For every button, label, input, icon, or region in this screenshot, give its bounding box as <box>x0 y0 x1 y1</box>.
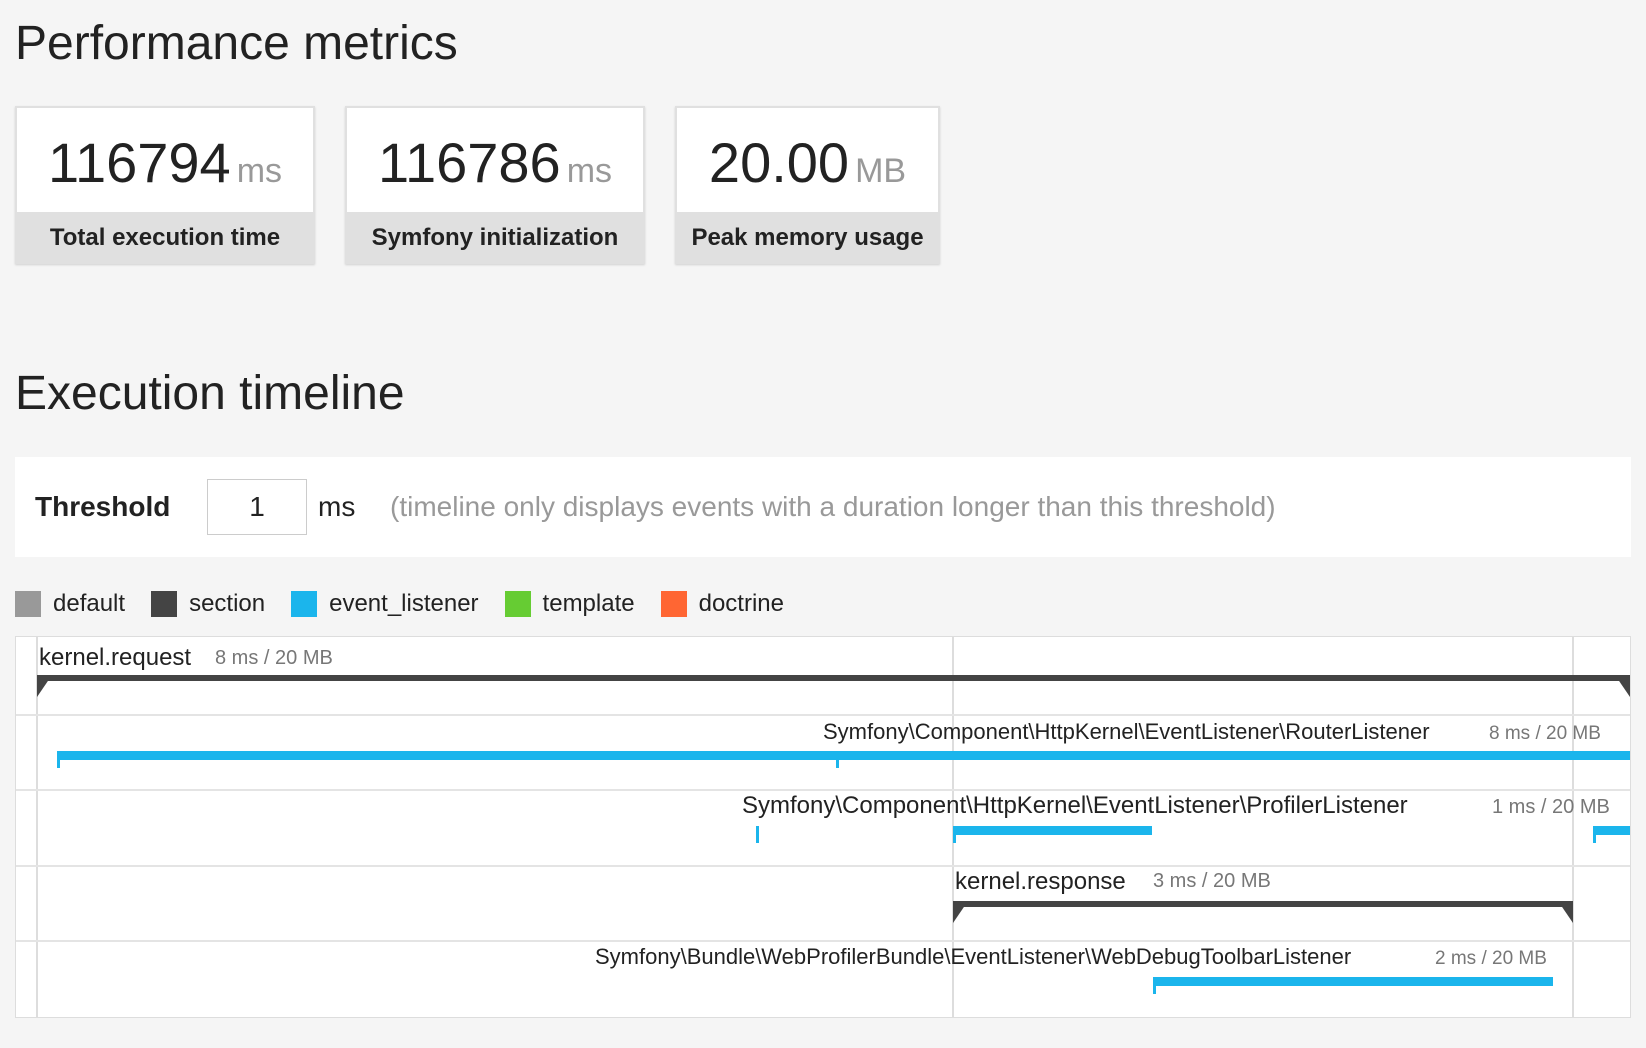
legend-item-event-listener: event_listener <box>291 590 479 618</box>
metric-total-execution-time: 116794 ms Total execution time <box>15 106 315 264</box>
event-name: kernel.request <box>39 644 191 671</box>
event-period-marker <box>836 751 839 768</box>
event-info: 8 ms / 20 MB <box>1489 723 1601 744</box>
event-bar-section <box>953 901 1573 907</box>
event-period-marker <box>756 826 759 843</box>
legend-label: default <box>53 590 126 617</box>
performance-metrics-heading: Performance metrics <box>15 17 458 70</box>
event-bar-listener <box>57 751 1630 760</box>
legend-swatch <box>15 591 41 617</box>
metric-unit: ms <box>566 152 613 190</box>
metric-value: 116786 <box>377 131 561 194</box>
event-info: 1 ms / 20 MB <box>1492 796 1610 818</box>
legend-swatch <box>151 591 178 617</box>
event-info: 8 ms / 20 MB <box>215 647 333 669</box>
metric-unit: MB <box>855 152 907 190</box>
event-period-marker <box>1153 977 1156 994</box>
metric-value: 20.00 <box>708 131 850 194</box>
metric-unit: ms <box>236 152 283 190</box>
legend-swatch <box>504 591 531 617</box>
threshold-unit: ms <box>318 491 356 522</box>
threshold-bar: Threshold ms (timeline only displays eve… <box>15 457 1631 557</box>
event-period-marker <box>1593 826 1596 843</box>
event-bar-listener <box>1593 826 1630 835</box>
event-name: Symfony\Component\HttpKernel\EventListen… <box>742 792 1408 819</box>
metric-label: Symfony initialization <box>371 224 619 251</box>
metric-value-box: 20.00 MB <box>677 108 938 212</box>
metric-label: Peak memory usage <box>691 224 924 251</box>
metric-label: Total execution time <box>49 224 281 251</box>
event-period-marker <box>57 751 60 768</box>
threshold-input[interactable] <box>207 479 307 535</box>
event-name: Symfony\Bundle\WebProfilerBundle\EventLi… <box>595 944 1351 969</box>
metric-value: 116794 <box>47 131 231 194</box>
legend-item-template: template <box>504 590 635 618</box>
execution-timeline-heading: Execution timeline <box>15 367 405 420</box>
timeline-svg: kernel.request 8 ms / 20 MB Symfony\Comp… <box>16 637 1630 1017</box>
legend-item-default: default <box>15 590 125 618</box>
event-info: 3 ms / 20 MB <box>1153 870 1271 892</box>
metric-value-box: 116786 ms <box>347 108 643 212</box>
event-bar-right-cap <box>1615 675 1630 697</box>
execution-timeline-canvas: kernel.request 8 ms / 20 MB Symfony\Comp… <box>15 636 1631 1018</box>
legend-label: section <box>189 590 266 617</box>
metric-value-box: 116794 ms <box>17 108 313 212</box>
threshold-help-text: (timeline only displays events with a du… <box>390 491 1276 522</box>
event-bar-left-cap <box>953 901 968 923</box>
event-name: kernel.response <box>955 868 1126 895</box>
event-info: 2 ms / 20 MB <box>1435 948 1547 969</box>
legend-swatch <box>660 591 687 617</box>
legend-swatch <box>291 591 318 617</box>
metric-peak-memory-usage: 20.00 MB Peak memory usage <box>675 106 940 264</box>
event-bar-right-cap <box>1558 901 1573 923</box>
event-bar-section <box>37 675 1630 681</box>
timeline-legend: default section event_listener template … <box>15 590 810 618</box>
legend-label: template <box>542 590 635 617</box>
legend-item-doctrine: doctrine <box>660 590 784 618</box>
event-period-marker <box>953 826 956 843</box>
event-bar-listener <box>953 826 1152 835</box>
profiler-page: Performance metrics 116794 ms Total execu… <box>0 0 1646 1048</box>
legend-label: event_listener <box>329 590 479 617</box>
legend-label: doctrine <box>698 590 784 617</box>
event-name: Symfony\Component\HttpKernel\EventListen… <box>823 719 1430 744</box>
event-bar-left-cap <box>37 675 52 697</box>
legend-item-section: section <box>151 590 265 618</box>
threshold-label: Threshold <box>35 491 171 522</box>
metric-symfony-initialization: 116786 ms Symfony initialization <box>345 106 645 264</box>
event-bar-listener <box>1153 977 1553 986</box>
